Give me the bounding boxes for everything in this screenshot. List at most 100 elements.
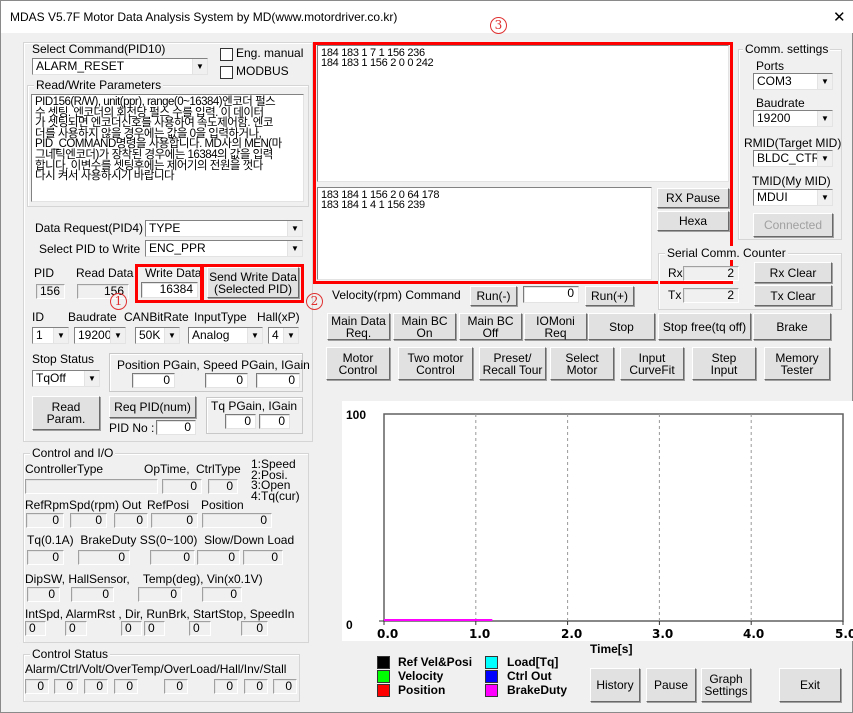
alarm-field: 0 <box>25 679 49 694</box>
volt-field: 0 <box>84 679 108 694</box>
graph-settings-button[interactable]: Graph Settings <box>701 668 751 702</box>
pid-label: PID <box>34 266 55 280</box>
chevron-down-icon: ▼ <box>287 241 302 256</box>
stop-status-label: Stop Status <box>32 352 95 366</box>
tx-clear-button[interactable]: Tx Clear <box>754 285 832 306</box>
rmid-combo[interactable]: BLDC_CTR ▼ <box>753 150 833 167</box>
x-axis-label: Time[s] <box>590 642 633 656</box>
tmid-label: TMID(My MID) <box>752 174 831 188</box>
ctrltype-label: CtrlType <box>196 462 241 476</box>
overtemp-field: 0 <box>114 679 138 694</box>
preset-recall-tour-button[interactable]: Preset/ Recall Tour <box>479 347 546 380</box>
stop-free-button[interactable]: Stop free(tq off) <box>658 313 751 340</box>
canbitrate-combo[interactable]: 50K ▼ <box>135 327 180 344</box>
stop-status-combo[interactable]: TqOff ▼ <box>32 370 100 387</box>
inputtype-combo[interactable]: Analog ▼ <box>188 327 263 344</box>
eng-manual-label: Eng. manual <box>236 46 304 60</box>
main-bc-on-button[interactable]: Main BC On <box>393 313 456 340</box>
legend-position: Position <box>398 683 446 697</box>
run-plus-button[interactable]: Run(+) <box>585 286 634 306</box>
read-write-title: Read/Write Parameters <box>34 78 164 92</box>
startstop-field: 0 <box>189 621 211 636</box>
iomoni-req-button[interactable]: IOMoni Req <box>524 313 587 340</box>
chevron-down-icon: ▼ <box>817 190 832 205</box>
ss-field: 0 <box>150 550 195 565</box>
connected-button[interactable]: Connected <box>753 213 833 237</box>
ctrl-field: 0 <box>54 679 78 694</box>
motor-control-button[interactable]: Motor Control <box>326 347 390 380</box>
chevron-down-icon: ▼ <box>287 221 302 236</box>
pause-button[interactable]: Pause <box>646 668 696 702</box>
run-minus-button[interactable]: Run(-) <box>470 286 517 306</box>
legend-brakeduty: BrakeDuty <box>507 683 568 697</box>
two-motor-control-button[interactable]: Two motor Control <box>398 347 473 380</box>
brake-button[interactable]: Brake <box>753 313 831 340</box>
rmid-value: BLDC_CTR <box>757 151 821 165</box>
refposi-label: RefPosi <box>147 498 190 512</box>
hall-status-field: 0 <box>214 679 238 694</box>
comm-settings-title: Comm. settings <box>743 42 831 56</box>
chevron-down-icon: ▼ <box>283 328 298 343</box>
velocity-input[interactable]: 0 <box>523 286 579 303</box>
gain-label: Position PGain, Speed PGain, IGain <box>117 358 310 372</box>
x-tick-3: 3.0 <box>652 627 674 641</box>
x-tick-2: 2.0 <box>561 627 583 641</box>
main-data-req-button[interactable]: Main Data Req. <box>327 313 390 340</box>
graph-plot <box>379 413 844 625</box>
pid-field: 156 <box>36 284 65 299</box>
tmid-combo[interactable]: MDUI ▼ <box>753 189 833 206</box>
ctrltype-legend: 1:Speed 2:Posi. 3:Open 4:Tq(cur) <box>251 457 300 503</box>
runbrk-field: 0 <box>144 621 165 636</box>
legend-swatch-brakeduty <box>485 684 498 697</box>
select-pid-value: ENC_PPR <box>149 241 206 255</box>
legend-ref: Ref Vel&Posi <box>398 655 473 669</box>
tq-igain-input[interactable]: 0 <box>259 414 290 429</box>
chevron-down-icon: ▼ <box>817 74 832 89</box>
legend-ctrl-out: Ctrl Out <box>507 669 552 683</box>
rx-clear-button[interactable]: Rx Clear <box>754 262 832 283</box>
data-request-combo[interactable]: TYPE ▼ <box>145 220 303 237</box>
position-pgain-input[interactable]: 0 <box>132 373 175 388</box>
memory-tester-button[interactable]: Memory Tester <box>764 347 830 380</box>
select-pid-combo[interactable]: ENC_PPR ▼ <box>145 240 303 257</box>
parameter-description[interactable]: PID156(R/W), unit(ppr), range(0~16384)엔코… <box>31 94 304 202</box>
chevron-down-icon: ▼ <box>164 328 179 343</box>
exit-button[interactable]: Exit <box>779 668 841 702</box>
tq-field: 0 <box>27 550 64 565</box>
legend-velocity: Velocity <box>398 669 444 683</box>
hall-combo[interactable]: 4 ▼ <box>268 327 299 344</box>
pid-no-input[interactable]: 0 <box>156 420 196 435</box>
read-param-button[interactable]: Read Param. <box>32 396 100 430</box>
dipsw-field: 0 <box>27 587 60 602</box>
baudrate-combo[interactable]: 19200 ▼ <box>74 327 126 344</box>
step-input-button[interactable]: Step Input <box>692 347 756 380</box>
close-icon[interactable]: ✕ <box>833 8 846 26</box>
main-bc-off-button[interactable]: Main BC Off <box>459 313 522 340</box>
speed-pgain-input[interactable]: 0 <box>205 373 248 388</box>
modbus-checkbox[interactable] <box>220 66 233 79</box>
req-pid-button[interactable]: Req PID(num) <box>109 396 196 418</box>
tq-pgain-input[interactable]: 0 <box>225 414 256 429</box>
select-command-combo[interactable]: ALARM_RESET ▼ <box>32 58 208 75</box>
out-field: 0 <box>114 513 148 528</box>
hall-value: 4 <box>272 328 279 342</box>
plot-frame <box>383 413 844 622</box>
input-curvefit-button[interactable]: Input CurveFit <box>620 347 684 380</box>
stop-button[interactable]: Stop <box>588 313 655 340</box>
id-combo[interactable]: 1 ▼ <box>32 327 69 344</box>
eng-manual-checkbox[interactable] <box>220 48 233 61</box>
chevron-down-icon: ▼ <box>84 371 99 386</box>
control-status-label: Alarm/Ctrl/Volt/OverTemp/OverLoad/Hall/I… <box>25 662 287 676</box>
row2-labels: Tq(0.1A) BrakeDuty SS(0~100) Slow/Down L… <box>27 533 295 547</box>
history-button[interactable]: History <box>590 668 640 702</box>
comm-baudrate-combo[interactable]: 19200 ▼ <box>753 110 833 127</box>
annotation-3: 3 <box>490 17 507 34</box>
igain-input[interactable]: 0 <box>256 373 300 388</box>
load-field: 0 <box>243 550 283 565</box>
tx-count-field: 2 <box>683 288 739 303</box>
stop-status-value: TqOff <box>36 371 66 385</box>
ports-combo[interactable]: COM3 ▼ <box>753 73 833 90</box>
velocity-command-label: Velocity(rpm) Command <box>332 288 461 302</box>
select-motor-button[interactable]: Select Motor <box>550 347 614 380</box>
control-io-title: Control and I/O <box>30 446 116 460</box>
